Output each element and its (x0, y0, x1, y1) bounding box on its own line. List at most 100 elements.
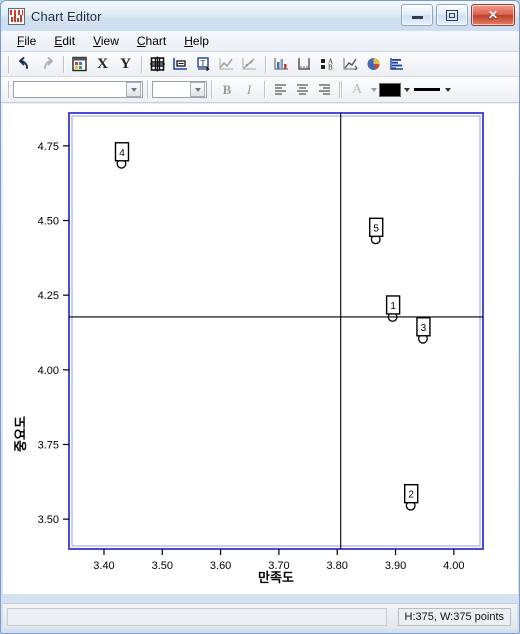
chevron-down-icon[interactable] (126, 82, 141, 97)
undo-icon (19, 56, 28, 69)
redo-button[interactable] (36, 54, 59, 75)
text-color-button[interactable]: A (346, 80, 368, 100)
line-chart-icon (219, 58, 233, 70)
close-icon: ✕ (487, 8, 499, 22)
x-axis-label: 만족도 (258, 570, 294, 585)
format-toolbar: B I A (1, 77, 519, 103)
horizontal-bar-button[interactable] (385, 54, 408, 75)
line-style-dropdown[interactable] (442, 83, 453, 97)
maximize-icon (446, 9, 458, 21)
font-family-combo[interactable] (13, 81, 143, 98)
toolbar-separator (339, 81, 340, 98)
menu-item-file[interactable]: FFileile (9, 32, 44, 50)
redo-icon (44, 56, 53, 69)
axis-scale-button[interactable] (293, 54, 316, 75)
window-controls: ✕ (401, 4, 515, 26)
x-tick-label: 4.00 (443, 560, 464, 572)
menu-item-help[interactable]: Help (176, 32, 217, 50)
y-tick-label: 4.00 (38, 365, 59, 377)
point-label: 3 (421, 323, 427, 334)
svg-text:T: T (201, 59, 206, 68)
menu-item-chart[interactable]: Chart (129, 32, 174, 50)
legend-icon (173, 58, 187, 70)
pie-chart-icon (367, 58, 380, 70)
x-axis-button[interactable]: X (91, 54, 114, 75)
chart-canvas[interactable]: 3.40 3.50 3.60 3.70 3.80 3.90 4.00 3.50 3.75 4.00… (3, 104, 518, 594)
point-label: 1 (390, 301, 396, 312)
bar-chart-button[interactable] (270, 54, 293, 75)
status-bar: H:375, W:375 points (3, 603, 517, 629)
pie-chart-button[interactable] (362, 54, 385, 75)
italic-button[interactable]: I (238, 80, 260, 100)
line-chart-button[interactable] (215, 54, 238, 75)
point-label: 2 (408, 490, 414, 501)
scatter-chart-button[interactable] (238, 54, 261, 75)
align-center-button[interactable] (291, 80, 313, 100)
maximize-button[interactable] (436, 4, 468, 26)
text-box-button[interactable]: T (192, 54, 215, 75)
toolbar-separator (341, 81, 342, 98)
text-color-dropdown[interactable] (368, 83, 379, 97)
y-tick-label: 3.50 (38, 514, 59, 526)
toolbar-separator (264, 81, 265, 98)
fill-color-swatch[interactable] (379, 82, 401, 97)
fill-color-dropdown[interactable] (401, 83, 412, 97)
menu-item-view[interactable]: View (85, 32, 127, 50)
axis-scale-icon (298, 58, 310, 70)
y-tick-label: 3.75 (38, 439, 59, 451)
close-button[interactable]: ✕ (471, 4, 515, 26)
y-tick-label: 4.25 (38, 290, 59, 302)
bold-label: B (222, 81, 232, 97)
y-tick-label: 4.50 (38, 216, 59, 228)
bar-chart-icon (274, 58, 288, 70)
text-color-label: A (351, 81, 363, 97)
x-tick-label: 3.80 (327, 560, 348, 572)
point-label: 4 (119, 148, 125, 159)
svg-text:B: B (328, 64, 333, 72)
y-axis-icon: Y (120, 55, 131, 72)
x-tick-label: 3.50 (152, 560, 173, 572)
properties-icon (72, 56, 87, 72)
menu-item-edit[interactable]: Edit (46, 32, 83, 50)
scatter-plot[interactable]: 3.40 3.50 3.60 3.70 3.80 3.90 4.003.503.754.00… (3, 104, 518, 594)
main-toolbar: X Y T A B (1, 52, 519, 77)
align-right-button[interactable] (313, 80, 335, 100)
text-box-icon: T (197, 57, 210, 72)
toolbar-separator (147, 81, 148, 98)
horizontal-bar-icon (390, 58, 403, 70)
window-title: Chart Editor (31, 8, 102, 24)
toolbar-separator (211, 81, 212, 98)
grid-button[interactable] (146, 54, 169, 75)
toolbar-separator (8, 55, 9, 73)
app-icon (8, 7, 25, 25)
menu-bar: FFileile Edit View Chart Help (1, 31, 519, 52)
align-left-button[interactable] (269, 80, 291, 100)
align-left-icon (274, 84, 286, 95)
chevron-down-icon[interactable] (190, 82, 205, 97)
minimize-button[interactable] (401, 4, 433, 26)
fit-line-icon (343, 58, 358, 71)
align-center-icon (296, 84, 308, 95)
undo-button[interactable] (13, 54, 36, 75)
point-label: 5 (373, 223, 379, 234)
status-size-indicator: H:375, W:375 points (397, 607, 511, 626)
category-sort-icon: A B (321, 58, 333, 72)
x-tick-label: 3.60 (210, 560, 231, 572)
legend-button[interactable] (169, 54, 192, 75)
category-sort-button[interactable]: A B (316, 54, 339, 75)
x-tick-label: 3.90 (385, 560, 406, 572)
toolbar-separator (63, 55, 64, 73)
fit-line-button[interactable] (339, 54, 362, 75)
line-style-swatch[interactable] (412, 83, 442, 97)
chart-editor-window: Chart Editor ✕ FFileile Edit View Chart … (0, 0, 520, 634)
font-size-combo[interactable] (152, 81, 207, 98)
properties-button[interactable] (68, 54, 91, 75)
scatter-chart-icon (242, 58, 256, 70)
minimize-icon (411, 16, 423, 19)
align-right-icon (318, 84, 330, 95)
bold-button[interactable]: B (216, 80, 238, 100)
status-left-cell (7, 608, 387, 626)
y-tick-label: 4.75 (38, 141, 59, 153)
y-axis-button[interactable]: Y (114, 54, 137, 75)
y-axis-label: 중요도 (13, 416, 28, 452)
